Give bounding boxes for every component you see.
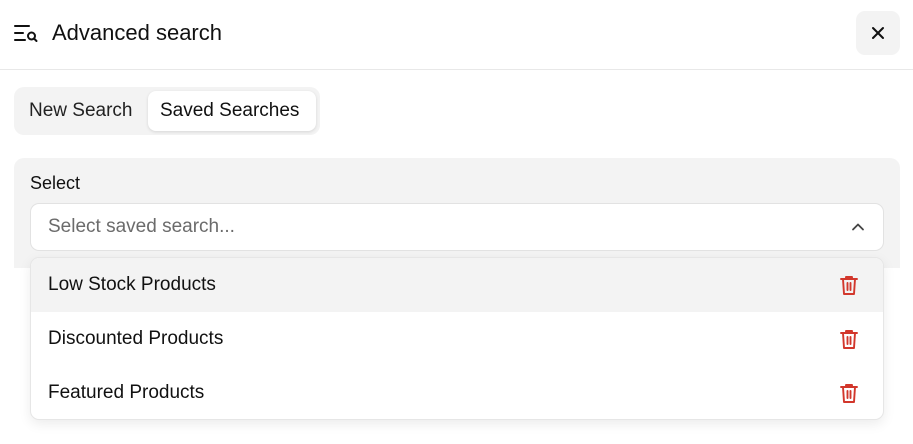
option-label: Discounted Products (48, 328, 224, 349)
trash-icon[interactable] (838, 274, 860, 296)
saved-search-option[interactable]: Featured Products (31, 366, 883, 419)
saved-search-option[interactable]: Discounted Products (31, 312, 883, 366)
select-label: Select (30, 173, 81, 193)
search-filter-icon (14, 25, 38, 42)
dialog-header: Advanced search (0, 0, 913, 70)
advanced-search-dialog: Advanced search New Search Saved Searche… (0, 0, 913, 444)
saved-search-dropdown: Low Stock Products Discounted Products F… (30, 257, 884, 420)
saved-search-select[interactable]: Select saved search... (30, 203, 884, 251)
option-label: Featured Products (48, 382, 205, 403)
trash-icon[interactable] (838, 382, 860, 404)
dialog-title: Advanced search (52, 20, 222, 45)
close-button[interactable] (856, 11, 900, 55)
tab-new-search[interactable]: New Search (29, 91, 133, 131)
chevron-up-icon (852, 223, 864, 231)
search-tabs: New Search Saved Searches (14, 87, 320, 135)
select-placeholder: Select saved search... (48, 216, 235, 237)
option-label: Low Stock Products (48, 274, 216, 295)
trash-icon[interactable] (838, 328, 860, 350)
saved-search-option[interactable]: Low Stock Products (31, 258, 883, 312)
select-panel: Select Select saved search... (14, 158, 900, 268)
close-icon (872, 27, 884, 39)
tab-saved-searches[interactable]: Saved Searches (148, 91, 316, 131)
